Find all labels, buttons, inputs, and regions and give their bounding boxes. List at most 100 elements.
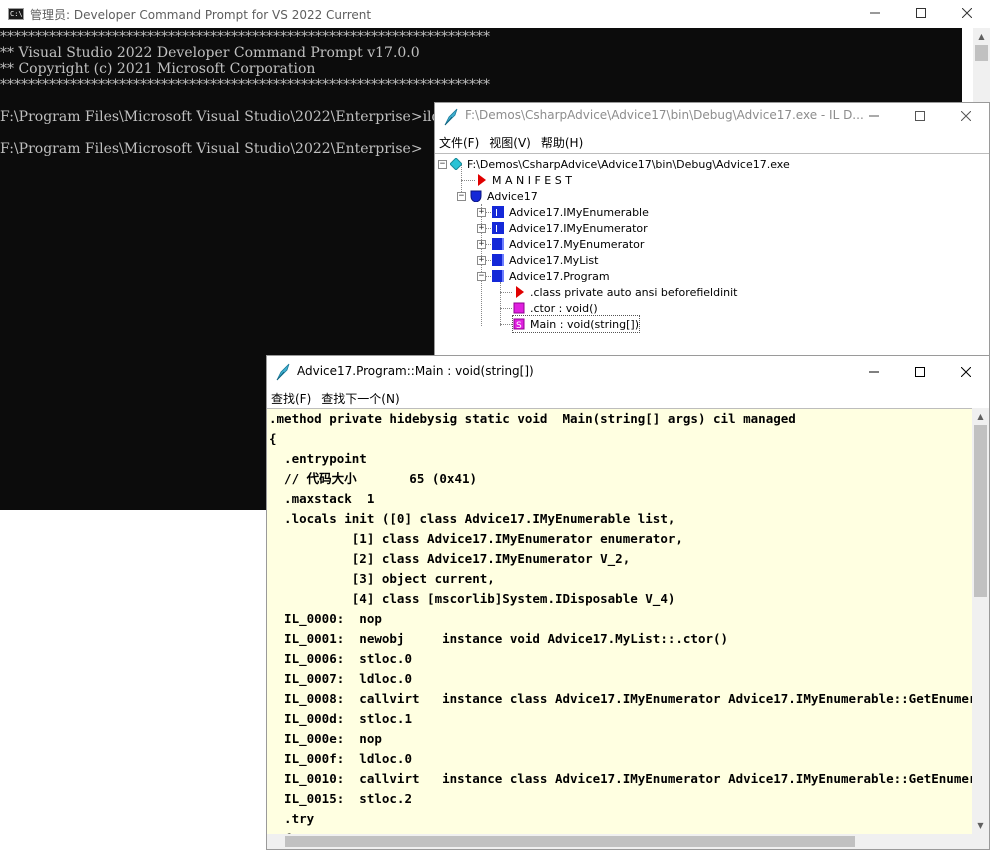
scrollbar-thumb[interactable] bbox=[285, 836, 855, 847]
interface-icon: I bbox=[492, 222, 504, 234]
method-title: Advice17.Program::Main : void(string[]) bbox=[297, 364, 534, 378]
close-button[interactable] bbox=[944, 0, 990, 26]
menu-find-next[interactable]: 查找下一个(N) bbox=[317, 387, 405, 408]
tree-type-label: Advice17.IMyEnumerable bbox=[509, 205, 649, 219]
il-code-line: IL_000d: stloc.1 bbox=[269, 711, 412, 726]
maximize-button[interactable] bbox=[897, 103, 943, 129]
menu-find[interactable]: 查找(F) bbox=[267, 387, 317, 408]
il-code-line: IL_0006: stloc.0 bbox=[269, 651, 412, 666]
expand-icon[interactable]: + bbox=[477, 239, 486, 249]
class-icon bbox=[492, 254, 504, 266]
tree-root-label: F:\Demos\CsharpAdvice\Advice17\bin\Debug… bbox=[467, 157, 790, 171]
expand-icon[interactable]: + bbox=[477, 255, 486, 265]
tree-member-label: .class private auto ansi beforefieldinit bbox=[530, 285, 738, 299]
tree-namespace[interactable]: − Advice17 bbox=[457, 188, 538, 204]
close-icon bbox=[961, 367, 971, 377]
ildasm-menubar: 文件(F) 视图(V) 帮助(H) bbox=[435, 131, 989, 153]
il-code-line: [3] object current, bbox=[269, 571, 495, 586]
manifest-triangle-icon bbox=[478, 174, 486, 186]
minimize-icon bbox=[870, 12, 880, 14]
menu-file[interactable]: 文件(F) bbox=[435, 131, 485, 153]
tree-type-imyenumerable[interactable]: + I Advice17.IMyEnumerable bbox=[477, 204, 649, 220]
interface-icon: I bbox=[492, 206, 504, 218]
console-line: ** Copyright (c) 2021 Microsoft Corporat… bbox=[0, 61, 316, 77]
tree-type-program[interactable]: − Advice17.Program bbox=[477, 268, 610, 284]
assembly-tree[interactable]: − F:\Demos\CsharpAdvice\Advice17\bin\Deb… bbox=[435, 153, 989, 361]
minimize-icon bbox=[869, 371, 879, 373]
il-code-line: IL_000f: ldloc.0 bbox=[269, 751, 412, 766]
il-code-line: { bbox=[269, 431, 277, 446]
code-vertical-scrollbar[interactable]: ▲ ▼ bbox=[972, 408, 989, 834]
tree-root[interactable]: − F:\Demos\CsharpAdvice\Advice17\bin\Deb… bbox=[438, 156, 790, 172]
console-titlebar[interactable]: C:\ 管理员: Developer Command Prompt for VS… bbox=[0, 0, 990, 28]
il-code-line: [2] class Advice17.IMyEnumerator V_2, bbox=[269, 551, 631, 566]
close-button[interactable] bbox=[943, 103, 989, 129]
svg-text:S: S bbox=[516, 321, 522, 330]
tree-member-label: Main : void(string[]) bbox=[530, 317, 639, 331]
tree-namespace-label: Advice17 bbox=[487, 189, 538, 203]
il-code-view[interactable]: .method private hidebysig static void Ma… bbox=[267, 408, 972, 834]
minimize-button[interactable] bbox=[852, 0, 898, 26]
tree-type-mylist[interactable]: + Advice17.MyList bbox=[477, 252, 598, 268]
menu-view[interactable]: 视图(V) bbox=[485, 131, 537, 153]
scrollbar-corner bbox=[972, 834, 989, 849]
class-info-triangle-icon bbox=[516, 286, 524, 298]
ildasm-quill-icon bbox=[444, 108, 458, 126]
static-method-icon: S bbox=[513, 318, 525, 330]
scroll-up-icon[interactable]: ▲ bbox=[973, 28, 990, 45]
tree-member-main[interactable]: S Main : void(string[]) bbox=[512, 315, 640, 333]
class-icon bbox=[492, 270, 504, 282]
console-title: 管理员: Developer Command Prompt for VS 202… bbox=[30, 8, 372, 22]
method-menubar: 查找(F) 查找下一个(N) bbox=[267, 387, 989, 408]
console-line: ****************************************… bbox=[0, 77, 490, 93]
il-code-line: .locals init ([0] class Advice17.IMyEnum… bbox=[269, 511, 676, 526]
il-code-line: IL_000e: nop bbox=[269, 731, 382, 746]
console-line: ** Visual Studio 2022 Developer Command … bbox=[0, 45, 420, 61]
maximize-icon bbox=[915, 111, 925, 121]
il-code-line: IL_0007: ldloc.0 bbox=[269, 671, 412, 686]
method-window[interactable]: Advice17.Program::Main : void(string[]) … bbox=[266, 355, 990, 850]
expand-icon[interactable]: + bbox=[477, 207, 486, 217]
il-code-line: [4] class [mscorlib]System.IDisposable V… bbox=[269, 591, 676, 606]
maximize-icon bbox=[916, 8, 926, 18]
scroll-down-icon[interactable]: ▼ bbox=[972, 817, 989, 834]
menu-help[interactable]: 帮助(H) bbox=[537, 131, 589, 153]
tree-type-label: Advice17.IMyEnumerator bbox=[509, 221, 648, 235]
method-icon bbox=[513, 302, 525, 314]
maximize-button[interactable] bbox=[897, 356, 943, 388]
minimize-button[interactable] bbox=[851, 356, 897, 388]
svg-text:I: I bbox=[495, 208, 498, 218]
tree-type-label: Advice17.Program bbox=[509, 269, 610, 283]
close-button[interactable] bbox=[943, 356, 989, 388]
method-titlebar[interactable]: Advice17.Program::Main : void(string[]) bbox=[267, 356, 989, 388]
close-icon bbox=[962, 8, 972, 18]
il-code-line: .try bbox=[269, 811, 315, 826]
cmd-icon: C:\ bbox=[8, 8, 24, 20]
tree-manifest[interactable]: M A N I F E S T bbox=[475, 172, 572, 188]
ildasm-title: F:\Demos\CsharpAdvice\Advice17\bin\Debug… bbox=[465, 108, 864, 122]
assembly-diamond-icon bbox=[450, 158, 462, 170]
tree-type-myenumerator[interactable]: + Advice17.MyEnumerator bbox=[477, 236, 644, 252]
il-code-line: .method private hidebysig static void Ma… bbox=[269, 411, 796, 426]
tree-type-label: Advice17.MyList bbox=[509, 253, 599, 267]
scroll-up-icon[interactable]: ▲ bbox=[972, 408, 989, 425]
expand-icon[interactable]: + bbox=[477, 223, 486, 233]
tree-member-label: .ctor : void() bbox=[530, 301, 598, 315]
tree-member-ctor[interactable]: .ctor : void() bbox=[513, 300, 598, 316]
tree-type-label: Advice17.MyEnumerator bbox=[509, 237, 645, 251]
tree-manifest-label: M A N I F E S T bbox=[492, 173, 572, 187]
collapse-icon[interactable]: − bbox=[438, 159, 447, 169]
code-horizontal-scrollbar[interactable] bbox=[267, 834, 972, 849]
tree-type-imyenumerator[interactable]: + I Advice17.IMyEnumerator bbox=[477, 220, 648, 236]
il-code-line: [1] class Advice17.IMyEnumerator enumera… bbox=[269, 531, 683, 546]
tree-member-class[interactable]: .class private auto ansi beforefieldinit bbox=[513, 284, 737, 300]
minimize-button[interactable] bbox=[851, 103, 897, 129]
collapse-icon[interactable]: − bbox=[457, 191, 466, 201]
ildasm-titlebar[interactable]: F:\Demos\CsharpAdvice\Advice17\bin\Debug… bbox=[435, 103, 989, 129]
collapse-icon[interactable]: − bbox=[477, 271, 486, 281]
scrollbar-thumb[interactable] bbox=[975, 45, 988, 61]
maximize-button[interactable] bbox=[898, 0, 944, 26]
scrollbar-thumb[interactable] bbox=[974, 425, 987, 597]
namespace-shield-icon bbox=[470, 190, 482, 202]
ildasm-window[interactable]: F:\Demos\CsharpAdvice\Advice17\bin\Debug… bbox=[434, 102, 990, 362]
